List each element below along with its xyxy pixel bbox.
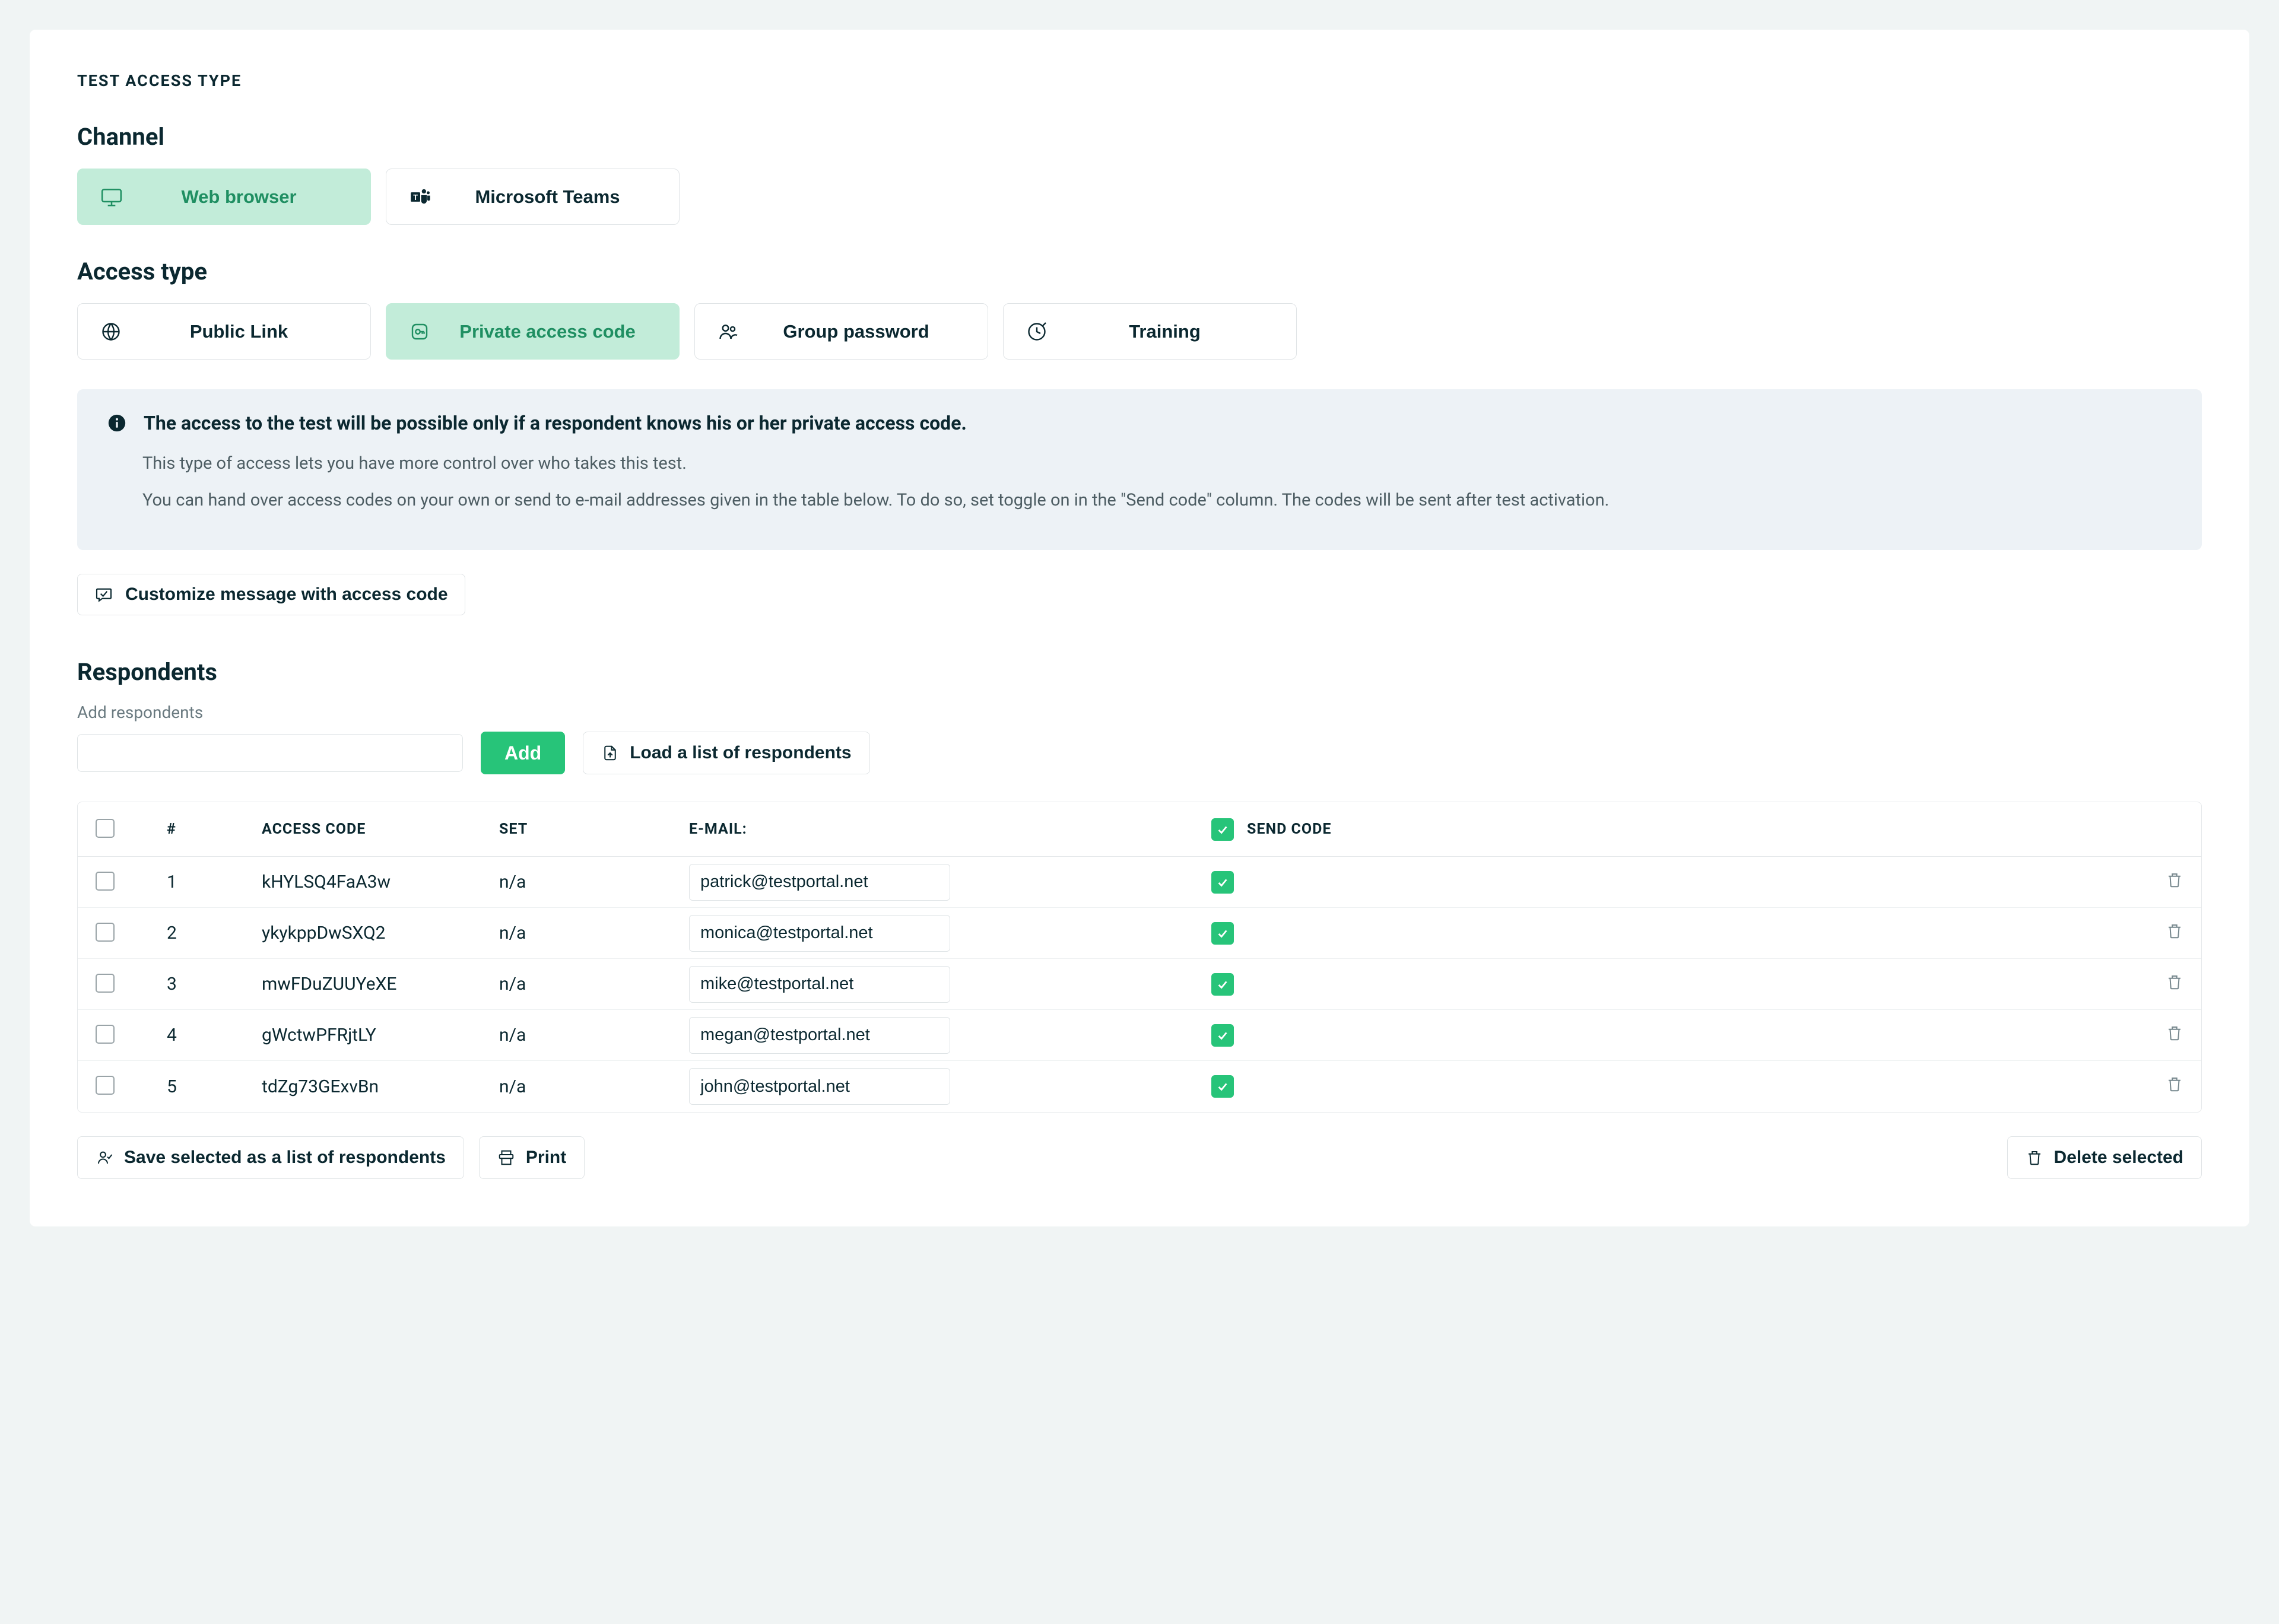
respondents-title: Respondents [77,658,2202,686]
row-set: n/a [499,923,689,943]
channel-teams-label: Microsoft Teams [439,186,656,208]
row-send-code-checkbox[interactable] [1211,871,1234,894]
access-training[interactable]: Training [1003,303,1297,360]
row-access-code: tdZg73GExvBn [262,1076,499,1097]
access-public-link[interactable]: Public Link [77,303,371,360]
info-box: The access to the test will be possible … [77,389,2202,550]
row-number: 1 [167,872,262,892]
info-line2: You can hand over access codes on your o… [142,488,2172,514]
col-access-code: ACCESS CODE [262,821,499,838]
row-email-input[interactable] [689,1017,950,1054]
col-send-label: SEND CODE [1247,821,1331,838]
row-delete-button[interactable] [2166,922,2183,940]
user-check-icon [96,1149,113,1167]
row-set: n/a [499,1076,689,1097]
row-delete-button[interactable] [2166,973,2183,991]
add-button[interactable]: Add [481,732,565,774]
col-set: SET [499,821,689,838]
training-icon [1026,321,1056,342]
access-group-label: Group password [747,321,965,342]
print-icon [497,1149,515,1167]
send-code-all-checkbox[interactable] [1211,818,1234,841]
delete-selected-button[interactable]: Delete selected [2007,1136,2202,1179]
info-title: The access to the test will be possible … [144,412,967,434]
svg-text:T: T [413,193,418,201]
row-set: n/a [499,974,689,994]
load-label: Load a list of respondents [630,743,851,763]
row-checkbox[interactable] [96,1025,115,1044]
col-email: E-MAIL: [689,821,1211,838]
channel-options: Web browser T Microsoft Teams [77,169,2202,225]
row-checkbox[interactable] [96,1076,115,1095]
users-icon [718,321,747,342]
select-all-checkbox[interactable] [96,819,115,838]
print-button[interactable]: Print [479,1136,585,1179]
respondents-table: # ACCESS CODE SET E-MAIL: SEND CODE 1 kH… [77,802,2202,1113]
row-email-input[interactable] [689,864,950,901]
row-delete-button[interactable] [2166,871,2183,889]
col-send-code: SEND CODE [1211,818,2100,841]
globe-icon [100,321,130,342]
table-row: 2 ykykppDwSXQ2 n/a [78,908,2201,959]
row-email-input[interactable] [689,915,950,952]
channel-title: Channel [77,123,2202,151]
row-send-code-checkbox[interactable] [1211,1075,1234,1098]
access-training-label: Training [1056,321,1274,342]
monitor-icon [100,186,130,208]
main-card: TEST ACCESS TYPE Channel Web browser T M… [30,30,2249,1226]
row-set: n/a [499,1025,689,1045]
key-icon [409,321,439,342]
row-number: 3 [167,974,262,994]
row-checkbox[interactable] [96,872,115,891]
customize-message-button[interactable]: Customize message with access code [77,574,465,615]
row-send-code-checkbox[interactable] [1211,973,1234,996]
teams-icon: T [409,186,439,208]
access-public-label: Public Link [130,321,348,342]
save-selected-button[interactable]: Save selected as a list of respondents [77,1136,464,1179]
row-access-code: ykykppDwSXQ2 [262,923,499,943]
info-line1: This type of access lets you have more c… [142,451,2172,477]
upload-icon [601,744,619,762]
row-send-code-checkbox[interactable] [1211,922,1234,945]
row-send-code-checkbox[interactable] [1211,1024,1234,1047]
access-private-label: Private access code [439,321,656,342]
row-number: 5 [167,1076,262,1097]
row-set: n/a [499,872,689,892]
row-checkbox[interactable] [96,923,115,942]
row-access-code: gWctwPFRjtLY [262,1025,499,1045]
table-header: # ACCESS CODE SET E-MAIL: SEND CODE [78,802,2201,857]
print-label: Print [526,1148,566,1168]
add-respondent-input[interactable] [77,734,463,772]
row-access-code: kHYLSQ4FaA3w [262,872,499,892]
row-email-input[interactable] [689,1068,950,1105]
row-delete-button[interactable] [2166,1075,2183,1093]
access-group-password[interactable]: Group password [694,303,988,360]
delete-selected-label: Delete selected [2054,1148,2183,1168]
access-private-code[interactable]: Private access code [386,303,680,360]
row-number: 2 [167,923,262,943]
trash-icon [2026,1149,2043,1167]
col-num: # [167,821,262,838]
load-respondents-button[interactable]: Load a list of respondents [583,732,869,774]
row-number: 4 [167,1025,262,1045]
add-respondents-label: Add respondents [77,703,2202,722]
channel-web-label: Web browser [130,186,348,208]
eyebrow-label: TEST ACCESS TYPE [77,71,2202,90]
table-row: 5 tdZg73GExvBn n/a [78,1061,2201,1112]
table-row: 4 gWctwPFRjtLY n/a [78,1010,2201,1061]
access-options: Public Link Private access code Group pa… [77,303,2202,360]
channel-microsoft-teams[interactable]: T Microsoft Teams [386,169,680,225]
channel-web-browser[interactable]: Web browser [77,169,371,225]
row-email-input[interactable] [689,966,950,1003]
row-checkbox[interactable] [96,974,115,993]
info-icon [107,413,127,433]
customize-label: Customize message with access code [125,584,448,605]
row-delete-button[interactable] [2166,1024,2183,1042]
table-row: 3 mwFDuZUUYeXE n/a [78,959,2201,1010]
message-check-icon [94,585,113,604]
save-selected-label: Save selected as a list of respondents [124,1148,446,1168]
access-title: Access type [77,258,2202,285]
row-access-code: mwFDuZUUYeXE [262,974,499,994]
table-row: 1 kHYLSQ4FaA3w n/a [78,857,2201,908]
